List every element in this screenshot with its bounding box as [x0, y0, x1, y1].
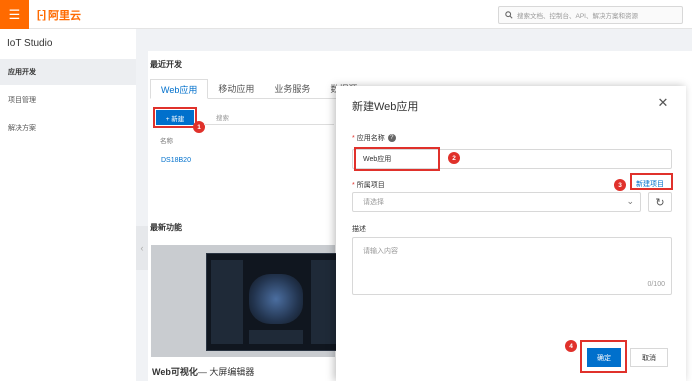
sidebar: IoT Studio 应用开发 项目管理 解决方案	[0, 29, 136, 381]
hamburger-menu-icon[interactable]: ☰	[0, 0, 29, 29]
description-char-counter: 0/100	[647, 281, 665, 288]
app-name-label-text: 应用名称	[356, 135, 385, 142]
step-badge-2: 2	[448, 152, 460, 164]
project-select-placeholder: 请选择	[363, 199, 384, 206]
description-label: 描述	[352, 226, 366, 233]
project-label-text: 所属项目	[356, 182, 385, 189]
description-textarea[interactable]: 请输入内容 0/100	[352, 237, 672, 295]
sidebar-collapse-handle[interactable]: ‹	[136, 226, 148, 270]
step-badge-4: 4	[565, 340, 577, 352]
logo-mark: [-]	[37, 8, 46, 21]
sidebar-title: IoT Studio	[7, 38, 53, 49]
sidebar-item-solutions[interactable]: 解决方案	[0, 115, 136, 141]
search-icon	[505, 11, 513, 19]
app-name-label: * 应用名称?	[352, 133, 396, 143]
help-icon[interactable]: ?	[387, 134, 396, 143]
new-web-app-dialog: 新建Web应用 ✕ * 应用名称? Web应用 2 * 所属项目 新建项目 3 请选…	[336, 86, 686, 381]
dialog-title: 新建Web应用	[352, 101, 419, 113]
highlight-box-name	[354, 147, 440, 171]
global-search-placeholder: 搜索文档、控制台、API、解决方案和资源	[517, 13, 638, 20]
recent-dev-title: 最近开发	[150, 60, 182, 69]
logo-text: 阿里云	[48, 9, 81, 22]
sidebar-item-app-dev[interactable]: 应用开发	[0, 59, 136, 85]
top-bar: ☰ [-] 阿里云 搜索文档、控制台、API、解决方案和资源	[0, 0, 692, 29]
aliyun-logo[interactable]: [-] 阿里云	[37, 7, 81, 22]
refresh-icon[interactable]: ↻	[648, 192, 672, 212]
chevron-left-icon: ‹	[140, 243, 144, 253]
cancel-button[interactable]: 取消	[630, 348, 668, 367]
description-placeholder: 请输入内容	[363, 248, 398, 255]
project-label: * 所属项目	[352, 182, 385, 189]
highlight-box-new-project	[630, 173, 673, 190]
close-icon[interactable]: ✕	[656, 95, 670, 110]
step-badge-3: 3	[614, 179, 626, 191]
chevron-down-icon: ⌄	[626, 196, 634, 206]
project-select[interactable]: 请选择 ⌄	[352, 192, 641, 212]
confirm-button[interactable]: 确定	[587, 348, 621, 367]
sidebar-item-projects[interactable]: 项目管理	[0, 87, 136, 113]
modal-mask	[148, 86, 336, 381]
global-search-input[interactable]: 搜索文档、控制台、API、解决方案和资源	[498, 6, 683, 24]
